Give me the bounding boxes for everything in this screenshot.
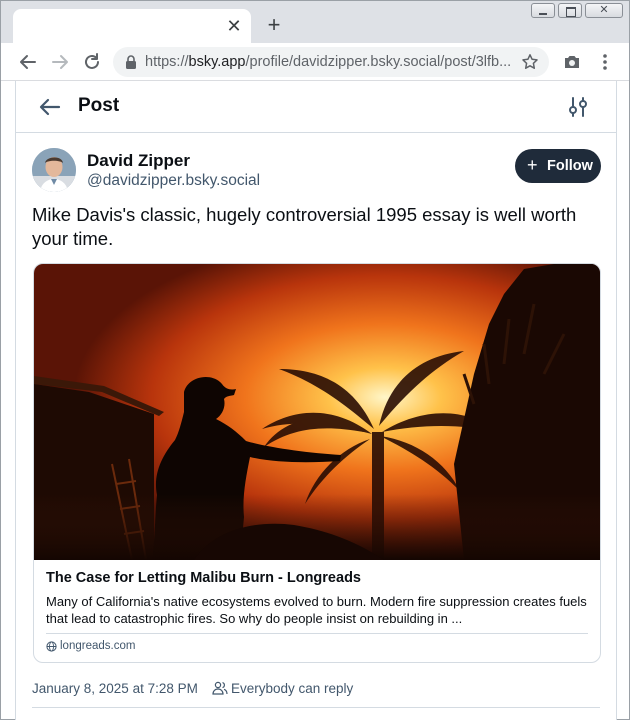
address-bar[interactable]: https://bsky.app/profile/davidzipper.bsk… — [113, 47, 549, 77]
new-tab-button[interactable]: + — [263, 14, 285, 37]
reply-setting[interactable]: Everybody can reply — [231, 681, 353, 696]
camera-icon[interactable] — [563, 54, 581, 70]
close-window-button[interactable] — [585, 3, 623, 18]
star-icon[interactable] — [521, 53, 539, 71]
url-path: /profile/davidzipper.bsky.social/post/3l… — [245, 54, 512, 70]
back-arrow-icon[interactable] — [17, 51, 39, 73]
url-scheme: https:// — [145, 54, 189, 70]
lock-icon[interactable] — [125, 55, 137, 69]
globe-icon — [46, 641, 57, 652]
close-tab-icon[interactable]: ✕ — [225, 17, 243, 35]
link-card-description: Many of California's native ecosystems e… — [46, 594, 587, 626]
window-controls — [531, 3, 623, 18]
url-text[interactable]: https://bsky.app/profile/davidzipper.bsk… — [145, 54, 515, 70]
post-page: Post David Zipper @davidzipper.bsky.soci… — [15, 81, 617, 720]
plus-icon: + — [527, 155, 538, 175]
people-icon — [212, 681, 228, 695]
kebab-menu-icon[interactable] — [599, 53, 611, 71]
post-text: Mike Davis's classic, hugely controversi… — [32, 204, 577, 249]
back-arrow-icon[interactable] — [38, 95, 62, 119]
author-name[interactable]: David Zipper — [87, 151, 190, 171]
author-handle[interactable]: @davidzipper.bsky.social — [87, 172, 260, 190]
url-host: bsky.app — [188, 54, 246, 70]
link-card-divider — [46, 633, 588, 634]
link-card-title: The Case for Letting Malibu Burn - Longr… — [46, 570, 361, 586]
post-header: Post — [16, 81, 616, 133]
post-timestamp[interactable]: January 8, 2025 at 7:28 PM — [32, 681, 198, 696]
link-card-image — [34, 264, 600, 560]
browser-window: ✕ + https://bsky.app/profile/davidzipper… — [0, 0, 630, 720]
follow-button[interactable]: + Follow — [515, 149, 601, 183]
browser-tab[interactable]: ✕ — [13, 9, 251, 43]
avatar-photo — [32, 148, 76, 192]
page-title: Post — [78, 95, 120, 116]
divider — [32, 707, 600, 708]
follow-label: Follow — [547, 158, 593, 174]
maximize-button[interactable] — [558, 3, 582, 18]
avatar[interactable] — [32, 148, 76, 192]
tab-strip: ✕ + — [1, 1, 629, 43]
link-card-domain: longreads.com — [60, 640, 136, 652]
link-card[interactable]: The Case for Letting Malibu Burn - Longr… — [33, 263, 601, 663]
browser-toolbar: https://bsky.app/profile/davidzipper.bsk… — [1, 43, 629, 81]
filter-sliders-icon[interactable] — [568, 96, 588, 118]
minimize-button[interactable] — [531, 3, 555, 18]
reload-icon[interactable] — [81, 51, 103, 73]
forward-arrow-icon[interactable] — [49, 51, 71, 73]
